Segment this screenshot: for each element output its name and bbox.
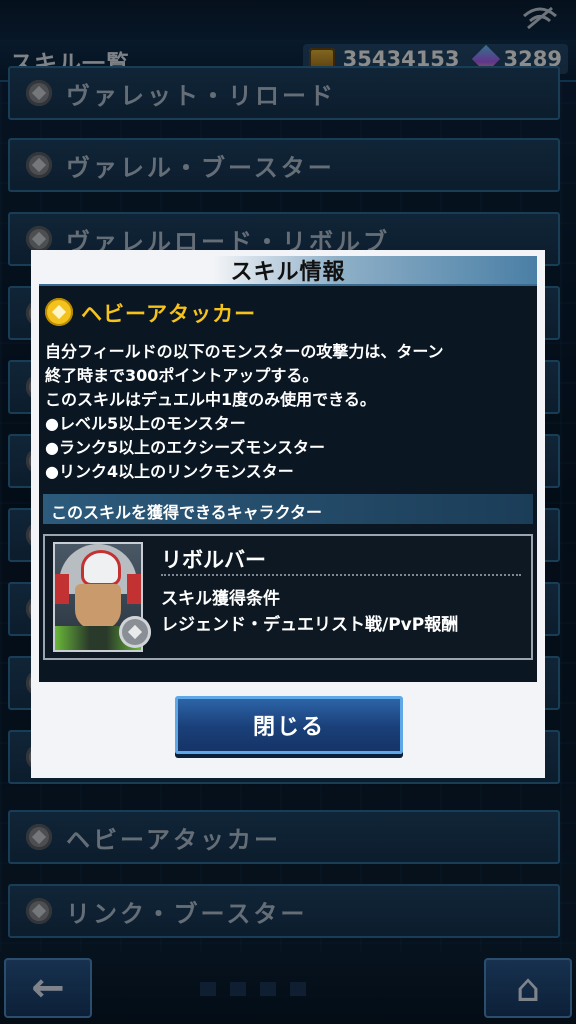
acquisition-condition-value: レジェンド・デュエリスト戦/PvP報酬 bbox=[161, 615, 459, 635]
acquisition-condition-label: スキル獲得条件 bbox=[161, 589, 280, 609]
dialog-title: スキル情報 bbox=[230, 260, 346, 285]
character-name: リボルバー bbox=[161, 548, 266, 572]
divider bbox=[161, 574, 521, 576]
section-header: このスキルを獲得できるキャラクター bbox=[43, 494, 533, 524]
description-line: このスキルはデュエル中1度のみ使用できる。 bbox=[45, 390, 376, 409]
skill-description: 自分フィールドの以下のモンスターの攻撃力は、ターン 終了時まで300ポイントアッ… bbox=[45, 340, 535, 484]
description-line: ●リンク4以上のリンクモンスター bbox=[45, 462, 294, 481]
skill-badge-icon bbox=[119, 616, 151, 648]
description-line: 終了時まで300ポイントアップする。 bbox=[45, 366, 319, 385]
section-label: このスキルを獲得できるキャラクター bbox=[51, 503, 323, 522]
character-card[interactable]: リボルバー スキル獲得条件 レジェンド・デュエリスト戦/PvP報酬 bbox=[43, 534, 533, 660]
skill-rank-icon bbox=[45, 298, 73, 326]
description-line: ●ランク5以上のエクシーズモンスター bbox=[45, 438, 325, 457]
dialog-body: ヘビーアタッカー 自分フィールドの以下のモンスターの攻撃力は、ターン 終了時まで… bbox=[39, 284, 537, 682]
skill-name: ヘビーアタッカー bbox=[81, 302, 257, 326]
close-button[interactable]: 閉じる bbox=[175, 696, 403, 754]
description-line: ●レベル5以上のモンスター bbox=[45, 414, 246, 433]
skill-info-dialog: スキル情報 ヘビーアタッカー 自分フィールドの以下のモンスターの攻撃力は、ターン… bbox=[31, 250, 545, 778]
description-line: 自分フィールドの以下のモンスターの攻撃力は、ターン bbox=[45, 342, 444, 361]
